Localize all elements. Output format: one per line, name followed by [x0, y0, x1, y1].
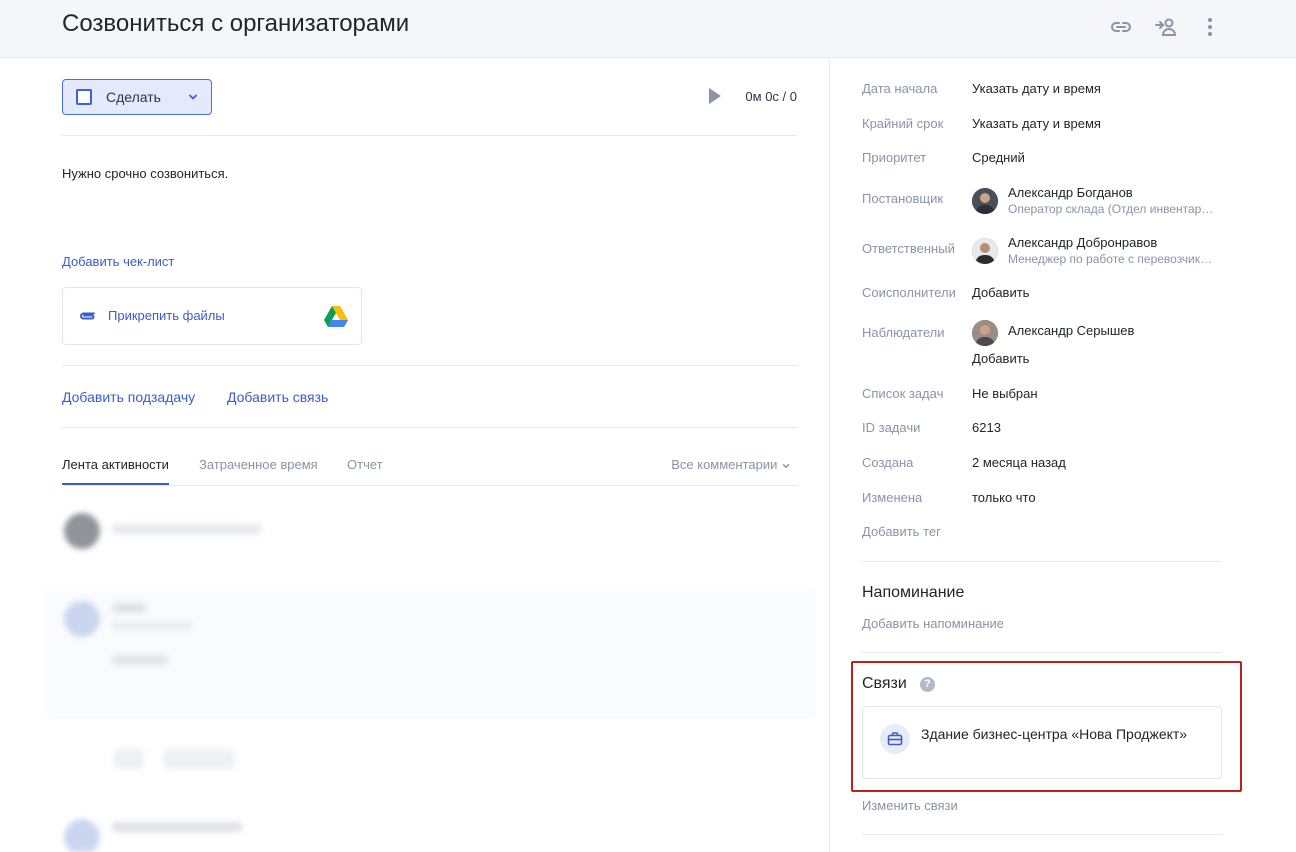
add-checklist-link[interactable]: Добавить чек-лист — [62, 254, 174, 269]
attach-files-box[interactable]: Прикрепить файлы — [62, 287, 362, 345]
tab-activity-feed[interactable]: Лента активности — [62, 457, 169, 485]
avatar — [64, 513, 100, 549]
edit-relations-link[interactable]: Изменить связи — [862, 798, 958, 813]
attach-files-link[interactable]: Прикрепить файлы — [108, 308, 225, 323]
chevron-down-icon — [782, 463, 790, 468]
avatar — [972, 238, 998, 264]
modified-label: Изменена — [862, 490, 923, 505]
add-observer-link[interactable]: Добавить — [972, 351, 1029, 366]
help-icon[interactable]: ? — [920, 677, 935, 692]
divider — [62, 365, 797, 366]
task-id-value: 6213 — [972, 420, 1001, 435]
add-coexecutor-link[interactable]: Добавить — [972, 285, 1029, 300]
comment-author — [112, 603, 146, 613]
avatar — [64, 819, 100, 852]
page-title: Созвониться с организаторами — [62, 10, 410, 37]
add-subtask-link[interactable]: Добавить подзадачу — [62, 389, 195, 405]
more-vertical-icon[interactable] — [1197, 14, 1223, 40]
deadline-value[interactable]: Указать дату и время — [972, 116, 1101, 131]
observers-label: Наблюдатели — [862, 325, 945, 340]
comments-filter-dropdown[interactable]: Все комментарии — [671, 457, 791, 472]
comment-date — [112, 622, 192, 630]
divider — [62, 135, 797, 136]
chevron-down-icon — [187, 91, 199, 106]
observer-name: Александр Серышев — [1008, 323, 1135, 338]
created-value: 2 месяца назад — [972, 455, 1066, 470]
add-tag-link[interactable]: Добавить тег — [862, 524, 941, 539]
avatar — [64, 601, 100, 637]
filter-label: Все комментарии — [671, 457, 778, 472]
creator-name: Александр Богданов — [1008, 185, 1133, 200]
task-main-panel: Сделать 0м 0с / 0 Нужно срочно созвонить… — [0, 59, 830, 852]
assignee-role: Менеджер по работе с перевозчиками — [1008, 252, 1218, 266]
activity-feed-blurred — [44, 499, 816, 852]
reminder-title: Напоминание — [862, 584, 965, 601]
task-id-label: ID задачи — [862, 420, 921, 435]
start-date-label: Дата начала — [862, 81, 938, 96]
priority-value[interactable]: Средний — [972, 150, 1025, 165]
task-list-value[interactable]: Не выбран — [972, 386, 1038, 401]
reply-chip — [164, 749, 234, 769]
google-drive-icon[interactable] — [324, 306, 348, 330]
task-list-label: Список задач — [862, 386, 944, 401]
status-dropdown-button[interactable]: Сделать — [62, 79, 212, 115]
tab-report[interactable]: Отчет — [347, 457, 383, 483]
reaction-chip — [114, 749, 144, 769]
creator-role: Оператор склада (Отдел инвентаризации) — [1008, 202, 1218, 216]
status-label: Сделать — [106, 89, 161, 105]
divider — [62, 427, 797, 428]
task-header: Созвониться с организаторами — [0, 0, 1296, 58]
comment-text — [112, 655, 168, 665]
comment-input-placeholder — [112, 524, 262, 534]
divider — [862, 834, 1222, 835]
assignee-name: Александр Добронравов — [1008, 235, 1158, 250]
divider — [862, 561, 1222, 562]
start-date-value[interactable]: Указать дату и время — [972, 81, 1101, 96]
divider — [862, 652, 1222, 653]
relation-item-name: Здание бизнес-центра «Нова Проджект» — [921, 726, 1188, 742]
play-icon[interactable] — [709, 88, 722, 104]
priority-label: Приоритет — [862, 150, 927, 165]
deadline-label: Крайний срок — [862, 116, 944, 131]
assignee-label: Ответственный — [862, 241, 955, 256]
add-relation-link[interactable]: Добавить связь — [227, 389, 328, 405]
modified-value: только что — [972, 490, 1036, 505]
creator-label: Постановщик — [862, 191, 944, 206]
checkbox-icon — [76, 89, 92, 105]
paperclip-icon — [77, 308, 97, 327]
avatar — [972, 188, 998, 214]
comment-card — [44, 589, 816, 719]
time-tracker: 0м 0с / 0 — [709, 88, 797, 104]
relations-title: Связи — [862, 675, 907, 692]
add-reminder-link[interactable]: Добавить напоминание — [862, 616, 1004, 631]
coexecutors-label: Соисполнители — [862, 285, 956, 300]
created-label: Создана — [862, 455, 914, 470]
event-text — [112, 822, 242, 832]
briefcase-icon — [880, 724, 910, 754]
tab-time-spent[interactable]: Затраченное время — [199, 457, 318, 483]
timer-value: 0м 0с / 0 — [745, 88, 797, 104]
delegate-user-icon[interactable] — [1153, 14, 1179, 40]
activity-tabs: Лента активности Затраченное время Отчет… — [62, 455, 797, 486]
relation-item-card[interactable]: Здание бизнес-центра «Нова Проджект» — [862, 706, 1222, 779]
task-properties-panel: Дата начала Указать дату и время Крайний… — [831, 59, 1296, 852]
avatar — [972, 320, 998, 346]
copy-link-icon[interactable] — [1108, 14, 1134, 40]
task-description[interactable]: Нужно срочно созвониться. — [62, 166, 228, 181]
